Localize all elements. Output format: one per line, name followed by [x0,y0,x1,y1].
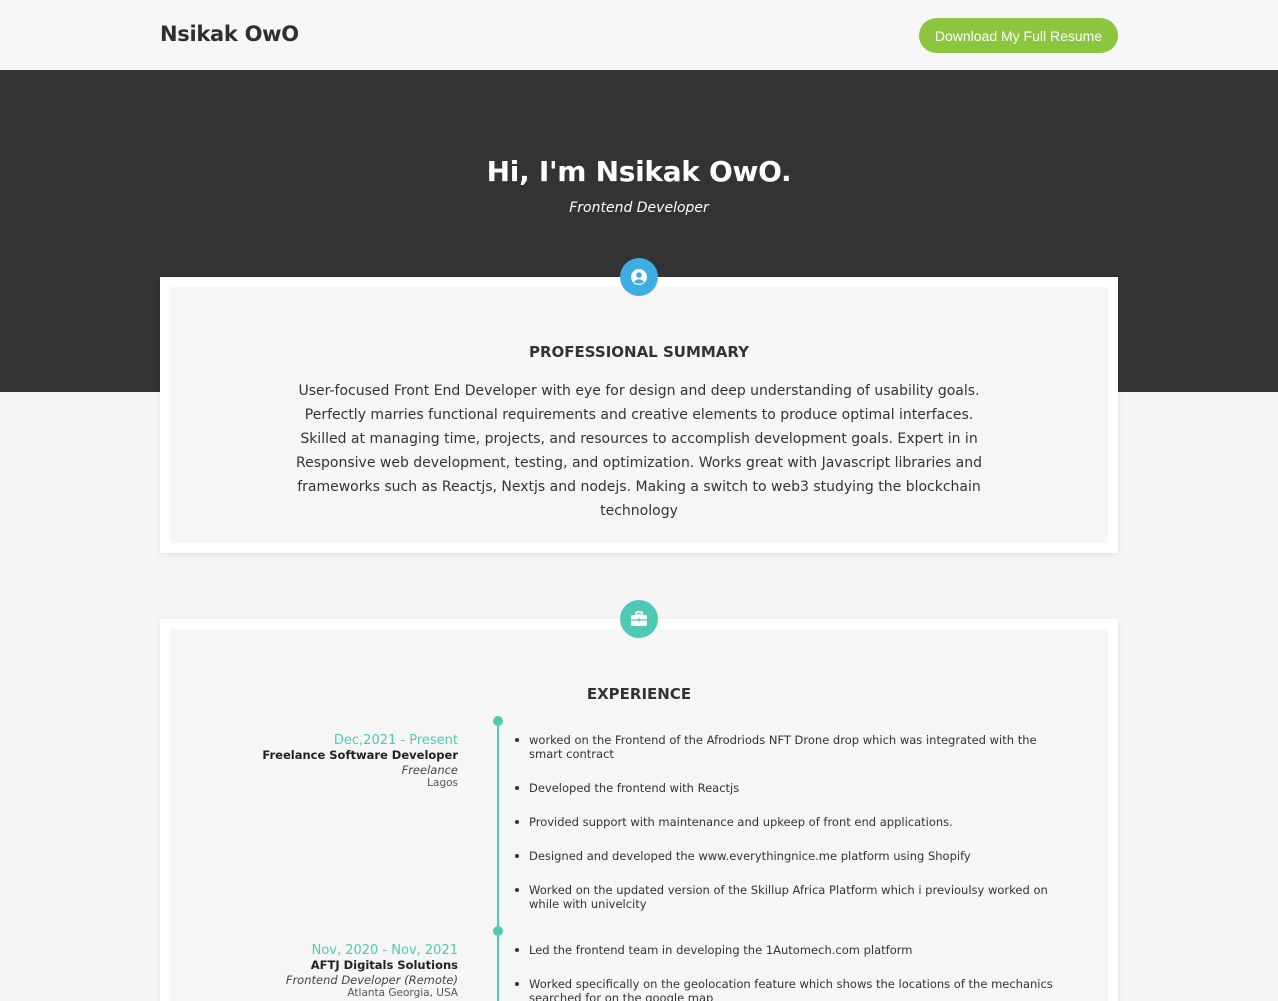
experience-title: EXPERIENCE [586,685,692,703]
job-bullets: Led the frontend team in developing the … [512,943,1072,1001]
list-item: worked on the Frontend of the Afrodriods… [512,733,1072,761]
timeline-dot [493,926,503,936]
top-navbar: Nsikak OwO Download My Full Resume [0,0,1278,70]
job-location: Lagos [427,777,458,789]
list-item: Worked specifically on the geolocation f… [512,977,1072,1001]
experience-card: EXPERIENCE Dec,2021 - Present Freelance … [160,619,1118,1001]
job-type: Freelance [401,763,458,777]
job-date: Nov, 2020 - Nov, 2021 [311,943,458,958]
timeline-dot [493,716,503,726]
list-item: Developed the frontend with Reactjs [512,781,1072,795]
job-info: Nov, 2020 - Nov, 2021 AFTJ Digitals Solu… [210,943,458,1000]
list-item: Led the frontend team in developing the … [512,943,1072,957]
job-title: Freelance Software Developer [262,748,458,762]
job-location: Atlanta Georgia, USA [347,987,458,999]
briefcase-icon [620,600,658,638]
hero-title: Hi, I'm Nsikak OwO. [486,155,792,188]
job-info: Dec,2021 - Present Freelance Software De… [210,733,458,790]
list-item: Worked on the updated version of the Ski… [512,883,1072,911]
timeline-line [497,721,499,1001]
summary-card: PROFESSIONAL SUMMARY User-focused Front … [160,277,1118,553]
list-item: Designed and developed the www.everythin… [512,849,1072,863]
experience-card-inner: EXPERIENCE Dec,2021 - Present Freelance … [170,629,1108,1001]
summary-card-inner: PROFESSIONAL SUMMARY User-focused Front … [170,287,1108,543]
job-bullets: worked on the Frontend of the Afrodriods… [512,733,1072,931]
brand-name[interactable]: Nsikak OwO [160,22,299,46]
summary-text: User-focused Front End Developer with ey… [296,383,982,519]
download-resume-button[interactable]: Download My Full Resume [919,18,1118,53]
user-circle-icon [620,258,658,296]
list-item: Provided support with maintenance and up… [512,815,1072,829]
job-type: Frontend Developer (Remote) [285,973,458,987]
job-date: Dec,2021 - Present [333,733,458,748]
job-title: AFTJ Digitals Solutions [310,958,458,972]
summary-title: PROFESSIONAL SUMMARY [528,343,750,361]
hero-subtitle: Frontend Developer [569,200,709,216]
